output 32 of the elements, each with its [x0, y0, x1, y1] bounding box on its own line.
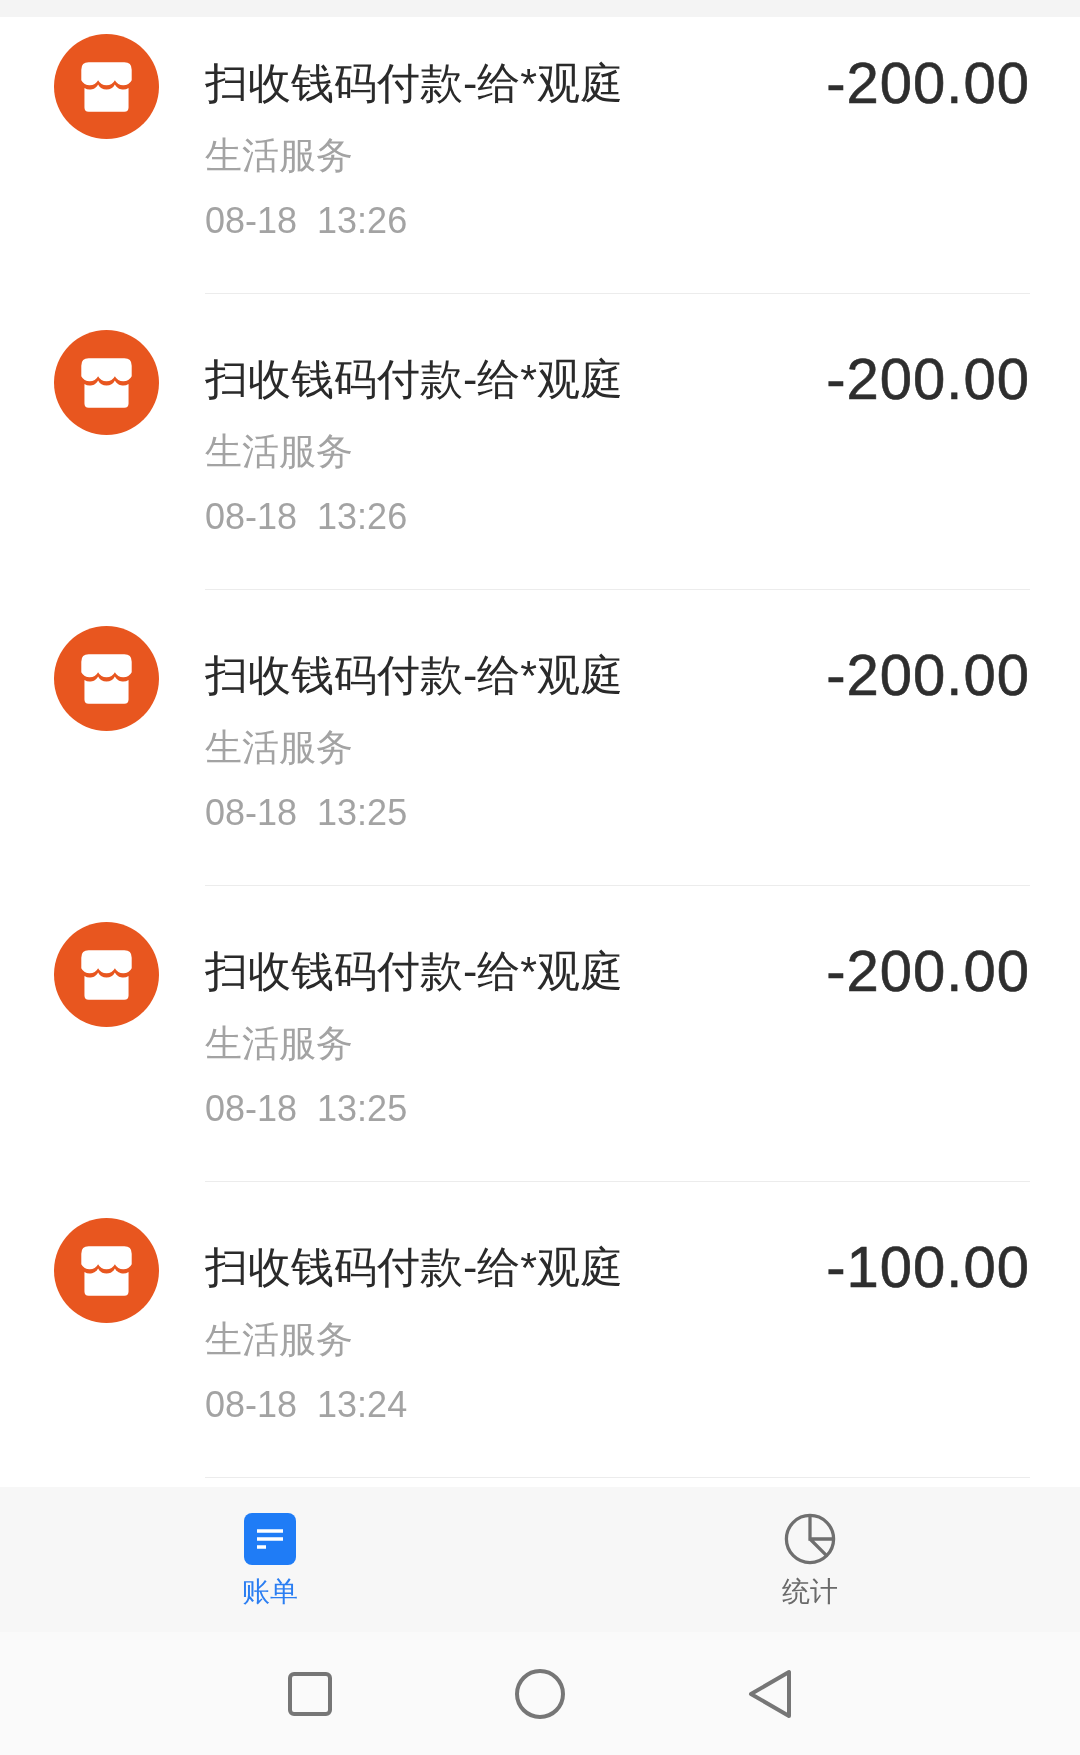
store-icon	[54, 34, 159, 139]
transaction-title: 扫收钱码付款-给*观庭	[205, 354, 624, 405]
pie-chart-icon	[784, 1513, 836, 1565]
store-icon	[54, 626, 159, 731]
tab[interactable]: 统计	[778, 1511, 842, 1612]
transaction-time: 08-18 13:26	[205, 199, 409, 243]
store-icon	[54, 922, 159, 1027]
store-icon	[54, 330, 159, 435]
transaction-title: 扫收钱码付款-给*观庭	[205, 1242, 624, 1293]
transaction-category: 生活服务	[205, 1318, 354, 1362]
circle-icon[interactable]	[515, 1668, 565, 1719]
transaction-title: 扫收钱码付款-给*观庭	[205, 58, 624, 109]
transaction-title: 扫收钱码付款-给*观庭	[205, 650, 624, 701]
transaction-amount: -200.00	[826, 351, 1030, 407]
transaction-time: 08-18 13:25	[205, 1087, 409, 1131]
transaction-category: 生活服务	[205, 726, 354, 770]
transaction-amount: -100.00	[826, 1239, 1030, 1295]
transaction-category: 生活服务	[205, 430, 354, 474]
transaction-title: 扫收钱码付款-给*观庭	[205, 946, 624, 997]
transaction-amount: -200.00	[826, 55, 1030, 111]
transaction-category: 生活服务	[205, 1022, 354, 1066]
transaction-time: 08-18 13:26	[205, 495, 409, 539]
square-icon[interactable]	[288, 1671, 332, 1716]
tab[interactable]: 账单	[238, 1511, 302, 1612]
transaction-time: 08-18 13:24	[205, 1383, 409, 1427]
transaction-amount: -200.00	[826, 647, 1030, 703]
transaction-time: 08-18 13:25	[205, 791, 409, 835]
back-icon[interactable]	[748, 1668, 792, 1719]
transaction-amount: -200.00	[826, 943, 1030, 999]
list-icon	[244, 1513, 296, 1565]
store-icon	[54, 1218, 159, 1323]
transaction-category: 生活服务	[205, 134, 354, 178]
